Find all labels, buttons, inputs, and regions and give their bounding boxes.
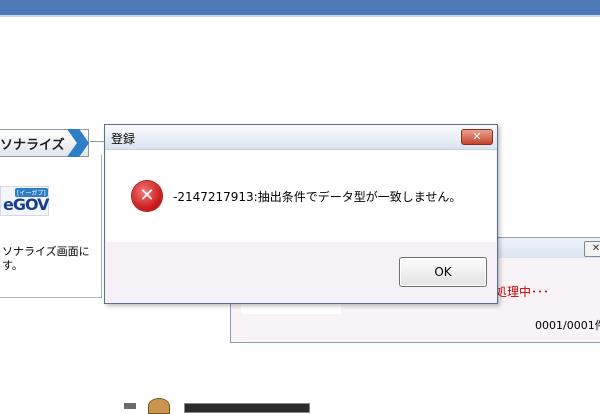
chevron-right-icon (67, 129, 89, 157)
tool-icon (124, 403, 136, 409)
progress-count: 0001/0001件 (535, 319, 600, 332)
error-dialog: 登録 ✕ ✕ -2147217913:抽出条件でデータ型が一致しません。 OK (104, 124, 498, 304)
nav-banner-label: ソナライズ (0, 138, 65, 153)
nav-banner-personalize[interactable]: ソナライズ (0, 129, 89, 157)
error-message: -2147217913:抽出条件でデータ型が一致しません。 (173, 190, 462, 204)
dialog-title: 登録 (111, 132, 136, 146)
error-icon: ✕ (132, 181, 162, 211)
progress-status: 処理中･･･ (495, 285, 550, 299)
person-icon (148, 398, 170, 414)
egov-logo[interactable]: [イーガブ] eGOV (0, 186, 50, 216)
logo-main-label: eGOV (3, 195, 50, 214)
dialog-titlebar[interactable]: 登録 ✕ (105, 125, 497, 150)
bottom-bar (184, 403, 310, 413)
close-button[interactable]: ✕ (461, 129, 493, 145)
side-panel (0, 155, 102, 298)
top-bar-divider (0, 15, 600, 17)
side-panel-description: ソナライズ画面に す。 (2, 245, 90, 272)
close-icon[interactable]: ✕ (584, 241, 600, 257)
ok-button[interactable]: OK (399, 257, 487, 287)
top-bar (0, 0, 600, 15)
